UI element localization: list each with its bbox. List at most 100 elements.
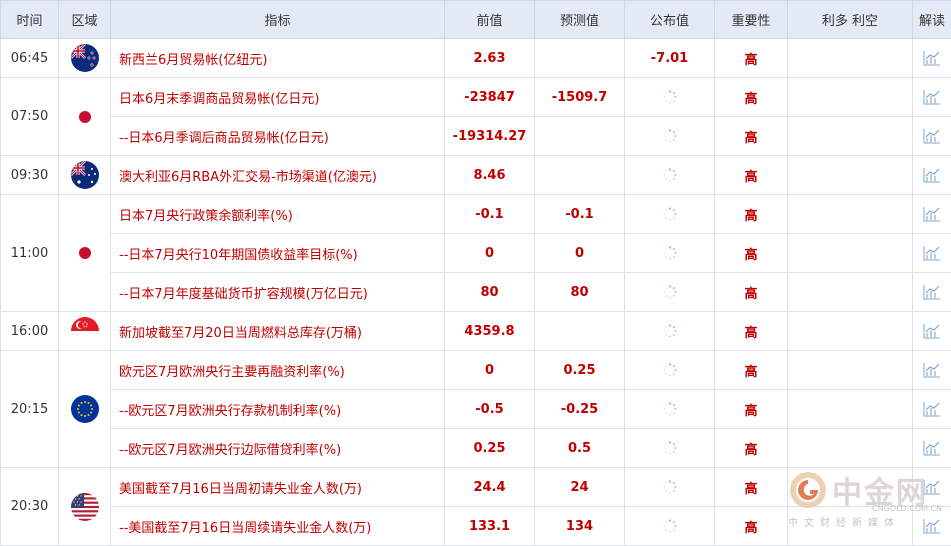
table-row[interactable]: 06:45新西兰6月贸易帐(亿纽元)2.63-7.01高 (1, 39, 951, 78)
table-row[interactable]: --日本6月季调后商品贸易帐(亿日元)-19314.27高 (1, 117, 951, 156)
interpret-cell[interactable] (913, 156, 951, 195)
header-forecast: 预测值 (535, 1, 625, 39)
interpret-cell[interactable] (913, 429, 951, 468)
indicator-name[interactable]: 澳大利亚6月RBA外汇交易-市场渠道(亿澳元) (111, 156, 445, 195)
importance-value: 高 (715, 312, 788, 351)
indicator-name[interactable]: 日本6月末季调商品贸易帐(亿日元) (111, 78, 445, 117)
economic-calendar-table: 时间 区域 指标 前值 预测值 公布值 重要性 利多 利空 解读 06:45 新西… (0, 0, 951, 546)
interpret-cell[interactable] (913, 273, 951, 312)
table-row[interactable]: --欧元区7月欧洲央行边际借贷利率(%)0.250.5高 (1, 429, 951, 468)
loading-spinner-icon (663, 207, 677, 221)
header-actual: 公布值 (625, 1, 715, 39)
table-row[interactable]: 09:30澳大利亚6月RBA外汇交易-市场渠道(亿澳元)8.46高 (1, 156, 951, 195)
interpret-cell[interactable] (913, 351, 951, 390)
interpret-cell[interactable] (913, 117, 951, 156)
actual-value: -7.01 (625, 39, 715, 78)
effect-cell (788, 117, 913, 156)
forecast-value: 0.25 (535, 351, 625, 390)
forecast-value: 134 (535, 507, 625, 546)
region-cell (59, 195, 111, 312)
previous-value: 8.46 (445, 156, 535, 195)
indicator-name[interactable]: --日本7月央行10年期国债收益率目标(%) (111, 234, 445, 273)
loading-spinner-icon (663, 168, 677, 182)
interpret-cell[interactable] (913, 234, 951, 273)
table-row[interactable]: --日本7月央行10年期国债收益率目标(%)00高 (1, 234, 951, 273)
table-row[interactable]: --欧元区7月欧洲央行存款机制利率(%)-0.5-0.25高 (1, 390, 951, 429)
indicator-name[interactable]: 欧元区7月欧洲央行主要再融资利率(%) (111, 351, 445, 390)
effect-cell (788, 39, 913, 78)
actual-value (625, 507, 715, 546)
indicator-name[interactable]: 日本7月央行政策余额利率(%) (111, 195, 445, 234)
importance-value: 高 (715, 234, 788, 273)
chart-icon[interactable] (923, 50, 941, 66)
forecast-value (535, 39, 625, 78)
eu-flag-icon (71, 395, 99, 423)
time-cell: 06:45 (1, 39, 59, 78)
previous-value: -0.5 (445, 390, 535, 429)
effect-cell (788, 78, 913, 117)
indicator-name[interactable]: --美国截至7月16日当周续请失业金人数(万) (111, 507, 445, 546)
interpret-cell[interactable] (913, 39, 951, 78)
loading-spinner-icon (663, 363, 677, 377)
time-cell: 07:50 (1, 78, 59, 156)
header-importance: 重要性 (715, 1, 788, 39)
importance-value: 高 (715, 468, 788, 507)
previous-value: 0 (445, 351, 535, 390)
actual-value (625, 195, 715, 234)
chart-icon[interactable] (923, 206, 941, 222)
indicator-name[interactable]: --日本7月年度基础货币扩容规模(万亿日元) (111, 273, 445, 312)
forecast-value (535, 117, 625, 156)
interpret-cell[interactable] (913, 390, 951, 429)
indicator-name[interactable]: 新加坡截至7月20日当周燃料总库存(万桶) (111, 312, 445, 351)
chart-icon[interactable] (923, 323, 941, 339)
forecast-value (535, 156, 625, 195)
chart-icon[interactable] (923, 245, 941, 261)
importance-value: 高 (715, 273, 788, 312)
region-cell (59, 351, 111, 468)
interpret-cell[interactable] (913, 195, 951, 234)
header-row: 时间 区域 指标 前值 预测值 公布值 重要性 利多 利空 解读 (1, 1, 951, 39)
chart-icon[interactable] (923, 89, 941, 105)
actual-value (625, 468, 715, 507)
indicator-name[interactable]: --日本6月季调后商品贸易帐(亿日元) (111, 117, 445, 156)
chart-icon[interactable] (923, 362, 941, 378)
actual-value (625, 351, 715, 390)
previous-value: 0.25 (445, 429, 535, 468)
importance-value: 高 (715, 156, 788, 195)
chart-icon[interactable] (923, 128, 941, 144)
table-row[interactable]: --日本7月年度基础货币扩容规模(万亿日元)8080高 (1, 273, 951, 312)
actual-value (625, 273, 715, 312)
chart-icon[interactable] (923, 401, 941, 417)
previous-value: 80 (445, 273, 535, 312)
watermark-subtitle: 中文财经新媒体 (788, 514, 900, 529)
indicator-name[interactable]: 美国截至7月16日当周初请失业金人数(万) (111, 468, 445, 507)
interpret-cell[interactable] (913, 312, 951, 351)
header-previous: 前值 (445, 1, 535, 39)
effect-cell (788, 429, 913, 468)
previous-value: 2.63 (445, 39, 535, 78)
effect-cell (788, 351, 913, 390)
indicator-name[interactable]: --欧元区7月欧洲央行边际借贷利率(%) (111, 429, 445, 468)
table-row[interactable]: 07:50日本6月末季调商品贸易帐(亿日元)-23847-1509.7高 (1, 78, 951, 117)
effect-cell (788, 312, 913, 351)
table-row[interactable]: 20:15欧元区7月欧洲央行主要再融资利率(%)00.25高 (1, 351, 951, 390)
chart-icon[interactable] (923, 167, 941, 183)
previous-value: 133.1 (445, 507, 535, 546)
indicator-name[interactable]: --欧元区7月欧洲央行存款机制利率(%) (111, 390, 445, 429)
time-cell: 20:30 (1, 468, 59, 546)
region-cell (59, 468, 111, 546)
chart-icon[interactable] (923, 284, 941, 300)
loading-spinner-icon (663, 285, 677, 299)
interpret-cell[interactable] (913, 78, 951, 117)
table-row[interactable]: 11:00日本7月央行政策余额利率(%)-0.1-0.1高 (1, 195, 951, 234)
table-row[interactable]: 16:00新加坡截至7月20日当周燃料总库存(万桶)4359.8高 (1, 312, 951, 351)
usa-flag-icon (71, 493, 99, 521)
chart-icon[interactable] (923, 440, 941, 456)
forecast-value: 24 (535, 468, 625, 507)
singapore-flag-icon (71, 317, 99, 345)
actual-value (625, 78, 715, 117)
importance-value: 高 (715, 195, 788, 234)
loading-spinner-icon (663, 324, 677, 338)
indicator-name[interactable]: 新西兰6月贸易帐(亿纽元) (111, 39, 445, 78)
time-cell: 11:00 (1, 195, 59, 312)
